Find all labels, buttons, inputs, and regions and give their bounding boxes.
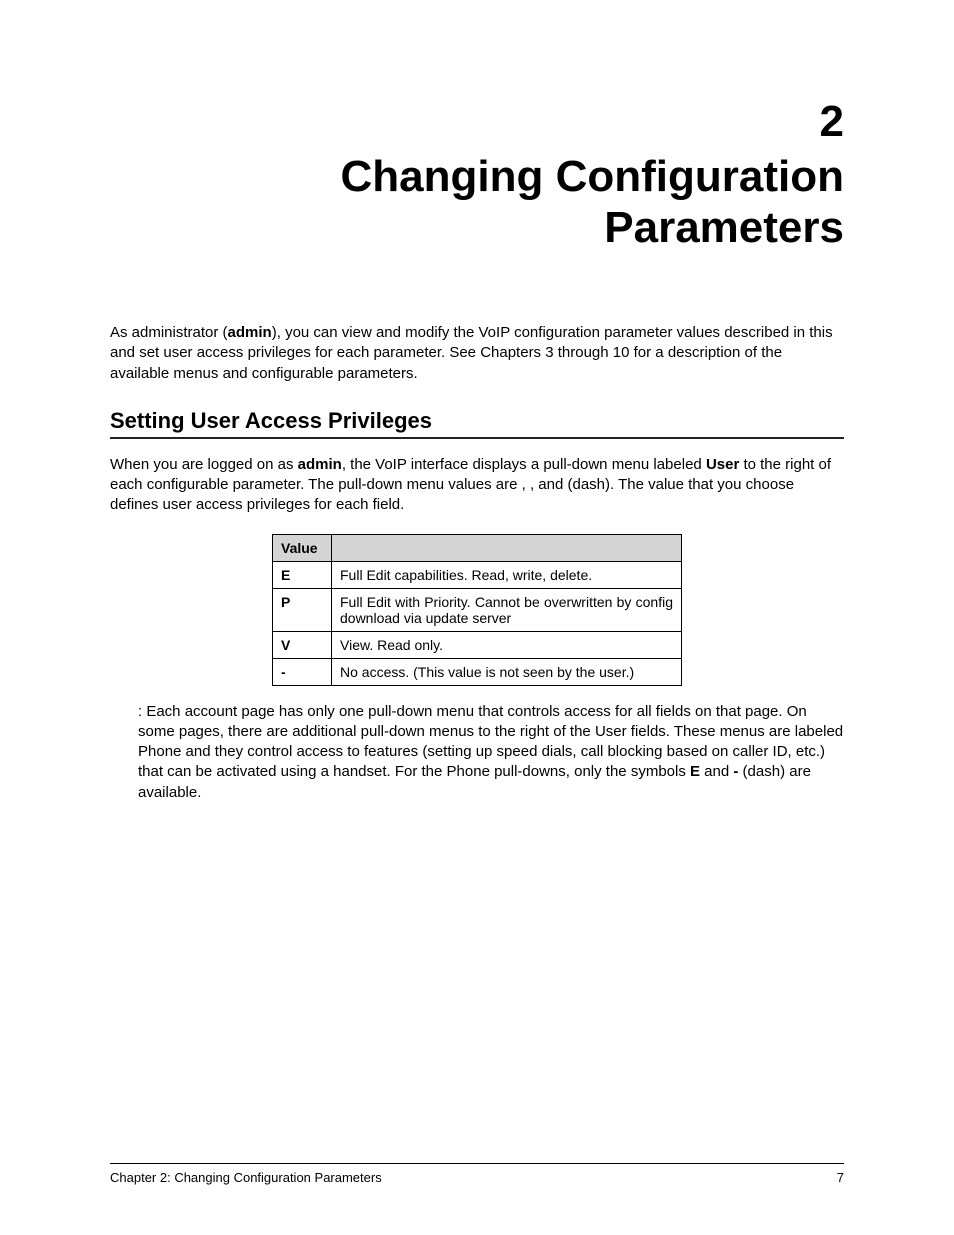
footer-left: Chapter 2: Changing Configuration Parame…: [110, 1170, 382, 1185]
table-header-desc: [332, 534, 682, 561]
table-cell-value: -: [273, 658, 332, 685]
table-cell-value: P: [273, 588, 332, 631]
note-symbol-e: E: [690, 763, 700, 780]
note-text-mid: and: [700, 763, 733, 780]
chapter-number: 2: [110, 100, 844, 144]
section-text-mid: , the VoIP interface displays a pull-dow…: [342, 456, 706, 473]
table-row: - No access. (This value is not seen by …: [273, 658, 682, 685]
note-paragraph: : Each account page has only one pull-do…: [110, 702, 844, 803]
table-row: V View. Read only.: [273, 631, 682, 658]
section-paragraph: When you are logged on as admin, the VoI…: [110, 455, 844, 516]
section-admin-word: admin: [298, 456, 342, 473]
table-row: P Full Edit with Priority. Cannot be ove…: [273, 588, 682, 631]
table-header-value: Value: [273, 534, 332, 561]
table-cell-value: V: [273, 631, 332, 658]
page: 2 Changing Configuration Parameters As a…: [0, 0, 954, 1235]
table-cell-desc: No access. (This value is not seen by th…: [332, 658, 682, 685]
table-header-row: Value: [273, 534, 682, 561]
chapter-title-line-2: Parameters: [604, 203, 844, 252]
section-user-word: User: [706, 456, 739, 473]
section-title-privileges: Setting User Access Privileges: [110, 408, 844, 439]
privileges-table: Value E Full Edit capabilities. Read, wr…: [272, 534, 682, 686]
section-text-pre: When you are logged on as: [110, 456, 298, 473]
table-cell-desc: View. Read only.: [332, 631, 682, 658]
intro-paragraph: As administrator (admin), you can view a…: [110, 323, 844, 384]
table-cell-desc: Full Edit capabilities. Read, write, del…: [332, 561, 682, 588]
table-row: E Full Edit capabilities. Read, write, d…: [273, 561, 682, 588]
intro-text-post: ), you can view and modify the VoIP conf…: [272, 324, 833, 341]
table-cell-desc: Full Edit with Priority. Cannot be overw…: [332, 588, 682, 631]
intro-admin-word: admin: [228, 324, 272, 341]
intro-text-pre: As administrator (: [110, 324, 228, 341]
chapter-title-line-1: Changing Configuration: [341, 152, 844, 201]
table-cell-value: E: [273, 561, 332, 588]
intro-text-tail: and set user access privileges for each …: [110, 344, 782, 381]
footer-page-number: 7: [837, 1170, 844, 1185]
chapter-title: Changing Configuration Parameters: [110, 152, 844, 253]
page-footer: Chapter 2: Changing Configuration Parame…: [110, 1163, 844, 1185]
